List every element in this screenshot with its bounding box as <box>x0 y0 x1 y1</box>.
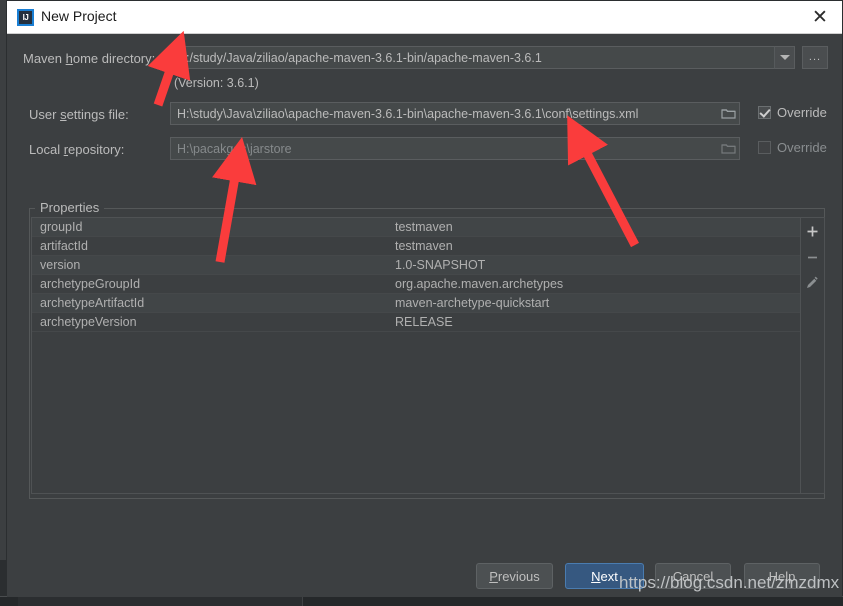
local-repository-override-label: Override <box>777 140 827 155</box>
remove-icon[interactable] <box>801 244 823 270</box>
properties-table[interactable]: groupId testmaven artifactId testmaven v… <box>31 217 801 494</box>
folder-open-icon[interactable] <box>717 103 739 124</box>
properties-table-toolbar <box>801 217 825 494</box>
property-key: archetypeGroupId <box>40 277 141 291</box>
property-key: archetypeArtifactId <box>40 296 145 310</box>
user-settings-override-checkbox[interactable]: Override <box>758 105 827 120</box>
user-settings-override-label: Override <box>777 105 827 120</box>
property-value: testmaven <box>395 239 453 253</box>
checkbox-box <box>758 106 771 119</box>
new-project-dialog: IJ New Project ✕ Maven home directory: H… <box>6 0 843 597</box>
table-row[interactable]: archetypeVersion RELEASE <box>32 313 800 332</box>
property-key: artifactId <box>40 239 88 253</box>
table-row[interactable]: artifactId testmaven <box>32 237 800 256</box>
property-key: version <box>40 258 81 272</box>
property-value: maven-archetype-quickstart <box>395 296 550 310</box>
dialog-content: Maven home directory: H:/study/Java/zili… <box>7 34 842 597</box>
user-settings-file-value: H:\study\Java\ziliao\apache-maven-3.6.1-… <box>177 106 639 121</box>
property-value: org.apache.maven.archetypes <box>395 277 564 291</box>
add-icon[interactable] <box>801 218 823 244</box>
local-repository-label: Local repository: <box>29 142 125 157</box>
edit-pencil-icon[interactable] <box>801 270 823 296</box>
close-icon[interactable]: ✕ <box>806 5 834 30</box>
maven-version-note: (Version: 3.6.1) <box>174 76 259 90</box>
local-repository-override-checkbox[interactable]: Override <box>758 140 827 155</box>
user-settings-file-label: User settings file: <box>29 107 129 122</box>
intellij-idea-icon-label: IJ <box>22 12 29 22</box>
table-row[interactable]: version 1.0-SNAPSHOT <box>32 256 800 275</box>
maven-home-directory-label: Maven home directory: <box>23 51 156 66</box>
property-key: archetypeVersion <box>40 315 137 329</box>
maven-home-dropdown-arrow-icon[interactable] <box>774 46 795 69</box>
property-value: RELEASE <box>395 315 453 329</box>
user-settings-file-field[interactable]: H:\study\Java\ziliao\apache-maven-3.6.1-… <box>170 102 740 125</box>
local-repository-value: H:\pacakges\jarstore <box>177 141 292 156</box>
watermark: https://blog.csdn.net/zmzdmx <box>619 573 840 592</box>
screen: IJ New Project ✕ Maven home directory: H… <box>0 0 843 606</box>
dialog-title: New Project <box>41 8 117 24</box>
maven-home-browse-button[interactable]: ... <box>802 46 828 69</box>
table-row[interactable]: archetypeArtifactId maven-archetype-quic… <box>32 294 800 313</box>
local-repository-field[interactable]: H:\pacakges\jarstore <box>170 137 740 160</box>
properties-group-label: Properties <box>35 200 105 215</box>
checkbox-box <box>758 141 771 154</box>
property-key: groupId <box>40 220 83 234</box>
property-value: 1.0-SNAPSHOT <box>395 258 486 272</box>
maven-home-directory-field[interactable]: H:/study/Java/ziliao/apache-maven-3.6.1-… <box>170 46 775 69</box>
intellij-idea-icon: IJ <box>17 9 34 26</box>
table-row[interactable]: groupId testmaven <box>32 218 800 237</box>
property-value: testmaven <box>395 220 453 234</box>
dialog-titlebar: IJ New Project ✕ <box>7 1 842 34</box>
previous-button[interactable]: Previous <box>476 563 553 589</box>
table-row[interactable]: archetypeGroupId org.apache.maven.archet… <box>32 275 800 294</box>
folder-open-icon[interactable] <box>717 138 739 159</box>
maven-home-directory-value: H:/study/Java/ziliao/apache-maven-3.6.1-… <box>177 50 542 65</box>
